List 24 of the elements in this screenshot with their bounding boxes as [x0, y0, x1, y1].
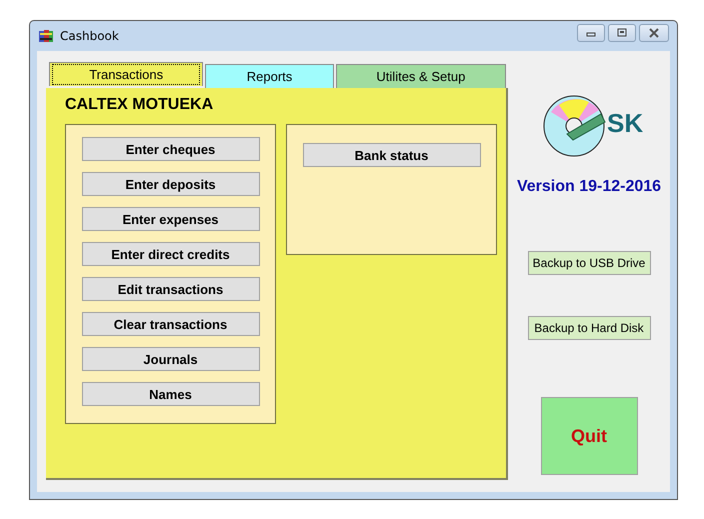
- quit-button[interactable]: Quit: [540, 397, 638, 475]
- menu-button[interactable]: Enter direct credits: [82, 242, 260, 266]
- menu-button[interactable]: Journals: [82, 347, 260, 371]
- maximize-icon: [616, 28, 628, 38]
- tab[interactable]: Transactions: [49, 62, 204, 86]
- menu-button[interactable]: Bank status: [302, 143, 480, 167]
- close-icon: [648, 28, 660, 38]
- backup-button[interactable]: Backup to USB Drive: [528, 251, 650, 275]
- menu-button[interactable]: Enter expenses: [82, 207, 260, 231]
- company-name: CALTEX MOTUEKA: [65, 96, 214, 114]
- maximize-button[interactable]: [608, 24, 636, 42]
- menu-button[interactable]: Enter cheques: [82, 137, 260, 161]
- minimize-button[interactable]: [577, 24, 605, 42]
- version-label: Version 19-12-2016: [516, 178, 662, 196]
- menu-button[interactable]: Enter deposits: [82, 172, 260, 196]
- menu-button[interactable]: Names: [82, 382, 260, 406]
- tab[interactable]: Reports: [205, 64, 334, 88]
- menu-button[interactable]: Clear transactions: [82, 312, 260, 336]
- window-title: Cashbook: [60, 29, 120, 43]
- logo: SK: [539, 90, 649, 160]
- menu-button[interactable]: Edit transactions: [82, 277, 260, 301]
- backup-button[interactable]: Backup to Hard Disk: [528, 316, 650, 340]
- close-button[interactable]: [639, 24, 669, 42]
- tab[interactable]: Utilites & Setup: [336, 64, 506, 88]
